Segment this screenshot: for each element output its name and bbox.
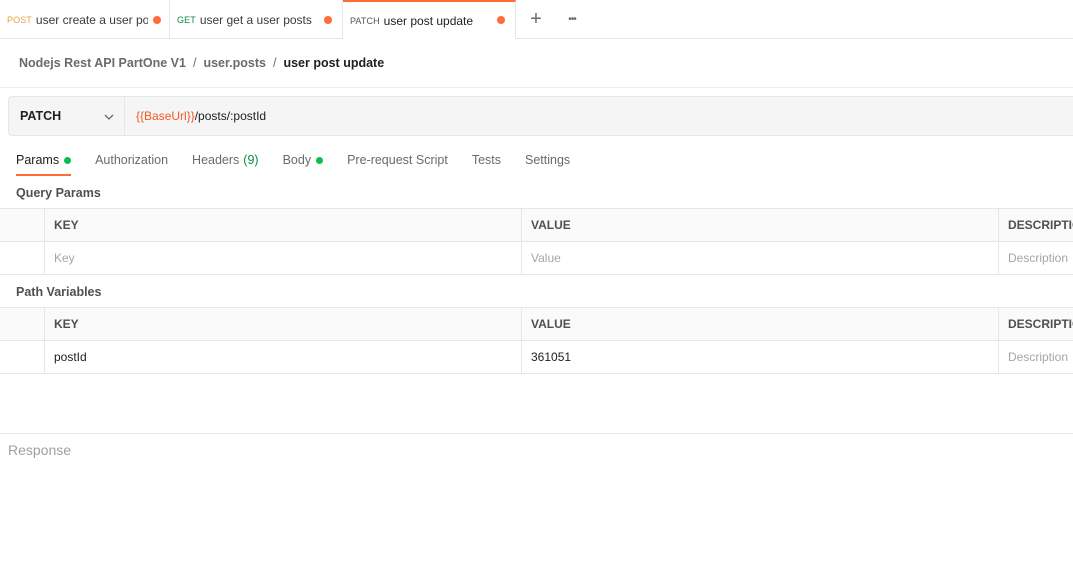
- breadcrumb-folder[interactable]: user.posts: [203, 56, 266, 70]
- method-select-value: PATCH: [20, 109, 62, 123]
- description-input[interactable]: Description: [999, 242, 1073, 274]
- more-options-icon[interactable]: •••: [556, 0, 588, 39]
- tab-user-post-update[interactable]: PATCH user post update: [343, 0, 516, 39]
- url-variable: {{BaseUrl}}: [136, 109, 195, 123]
- tab-pre-request-script[interactable]: Pre-request Script: [347, 150, 448, 176]
- tab-params[interactable]: Params: [16, 150, 72, 176]
- query-params-table: KEY VALUE DESCRIPTION Key Value Descript…: [0, 208, 1073, 275]
- tab-settings[interactable]: Settings: [525, 150, 570, 176]
- unsaved-dot-icon: [324, 16, 332, 24]
- tab-user-create-a-user-post[interactable]: POST user create a user po: [0, 0, 170, 39]
- checkbox-column-header: [0, 209, 45, 241]
- tab-label: Headers: [192, 153, 240, 167]
- response-pane-divider[interactable]: [0, 433, 1073, 434]
- tab-name: user get a user posts: [199, 12, 312, 27]
- table-row: Key Value Description: [0, 242, 1073, 275]
- row-checkbox-cell: [0, 242, 45, 274]
- headers-count: (9): [243, 153, 259, 167]
- new-tab-icon[interactable]: +: [516, 0, 556, 39]
- tab-user-get-a-user-posts[interactable]: GET user get a user posts: [170, 0, 343, 39]
- tab-label: Authorization: [95, 153, 169, 167]
- tab-label: Params: [16, 153, 60, 167]
- tab-method-label: GET: [177, 14, 196, 25]
- row-spacer-cell: [0, 341, 45, 373]
- key-input[interactable]: Key: [45, 242, 522, 274]
- table-header-row: KEY VALUE DESCRIPTION: [0, 209, 1073, 242]
- path-variable-key: postId: [45, 341, 522, 373]
- table-header-row: KEY VALUE DESCRIPTION: [0, 308, 1073, 341]
- table-row: postId 361051 Description: [0, 341, 1073, 374]
- method-select[interactable]: PATCH: [9, 97, 125, 135]
- breadcrumb-collection[interactable]: Nodejs Rest API PartOne V1: [19, 56, 186, 70]
- path-variable-value-input[interactable]: 361051: [522, 341, 999, 373]
- value-column-header: VALUE: [522, 209, 999, 241]
- breadcrumb-separator: /: [192, 56, 197, 70]
- tab-tests[interactable]: Tests: [472, 150, 501, 176]
- tab-headers[interactable]: Headers (9): [192, 150, 259, 176]
- url-path: /posts/:postId: [194, 109, 267, 123]
- tab-label: Settings: [525, 153, 571, 167]
- status-dot-icon: [316, 157, 324, 164]
- tab-body[interactable]: Body: [283, 150, 324, 176]
- breadcrumb-separator: /: [272, 56, 277, 70]
- description-input[interactable]: Description: [999, 341, 1073, 373]
- url-bar: PATCH {{BaseUrl}} /posts/:postId: [8, 96, 1073, 136]
- description-column-header: DESCRIPTION: [1008, 218, 1073, 232]
- description-column-header: DESCRIPTION: [1008, 317, 1073, 331]
- tab-name: user post update: [383, 13, 474, 28]
- key-column-header: KEY: [45, 308, 522, 340]
- path-variables-title: Path Variables: [16, 285, 102, 299]
- checkbox-column-header: [0, 308, 45, 340]
- status-dot-icon: [64, 157, 72, 164]
- path-variables-table: KEY VALUE DESCRIPTION postId 361051 Desc…: [0, 307, 1073, 374]
- url-input[interactable]: {{BaseUrl}} /posts/:postId: [125, 97, 266, 135]
- divider: [0, 87, 1073, 88]
- response-title: Response: [8, 442, 72, 458]
- tab-label: Tests: [471, 153, 501, 167]
- breadcrumb-request[interactable]: user post update: [283, 56, 384, 70]
- breadcrumb: Nodejs Rest API PartOne V1 / user.posts …: [19, 55, 384, 71]
- chevron-down-icon: [104, 109, 114, 123]
- unsaved-dot-icon: [153, 16, 161, 24]
- key-column-header: KEY: [45, 209, 522, 241]
- request-options-tabs: Params Authorization Headers (9) Body Pr…: [16, 150, 594, 176]
- value-input[interactable]: Value: [522, 242, 999, 274]
- tab-method-label: POST: [7, 14, 32, 25]
- query-params-title: Query Params: [16, 186, 101, 200]
- tab-name: user create a user po: [35, 12, 148, 27]
- request-tab-bar: POST user create a user po GET user get …: [0, 0, 1073, 39]
- tab-authorization[interactable]: Authorization: [95, 150, 168, 176]
- tab-label: Pre-request Script: [347, 153, 448, 167]
- value-column-header: VALUE: [522, 308, 999, 340]
- unsaved-dot-icon: [497, 16, 505, 24]
- tab-label: Body: [282, 153, 312, 167]
- tab-method-label: PATCH: [350, 15, 380, 26]
